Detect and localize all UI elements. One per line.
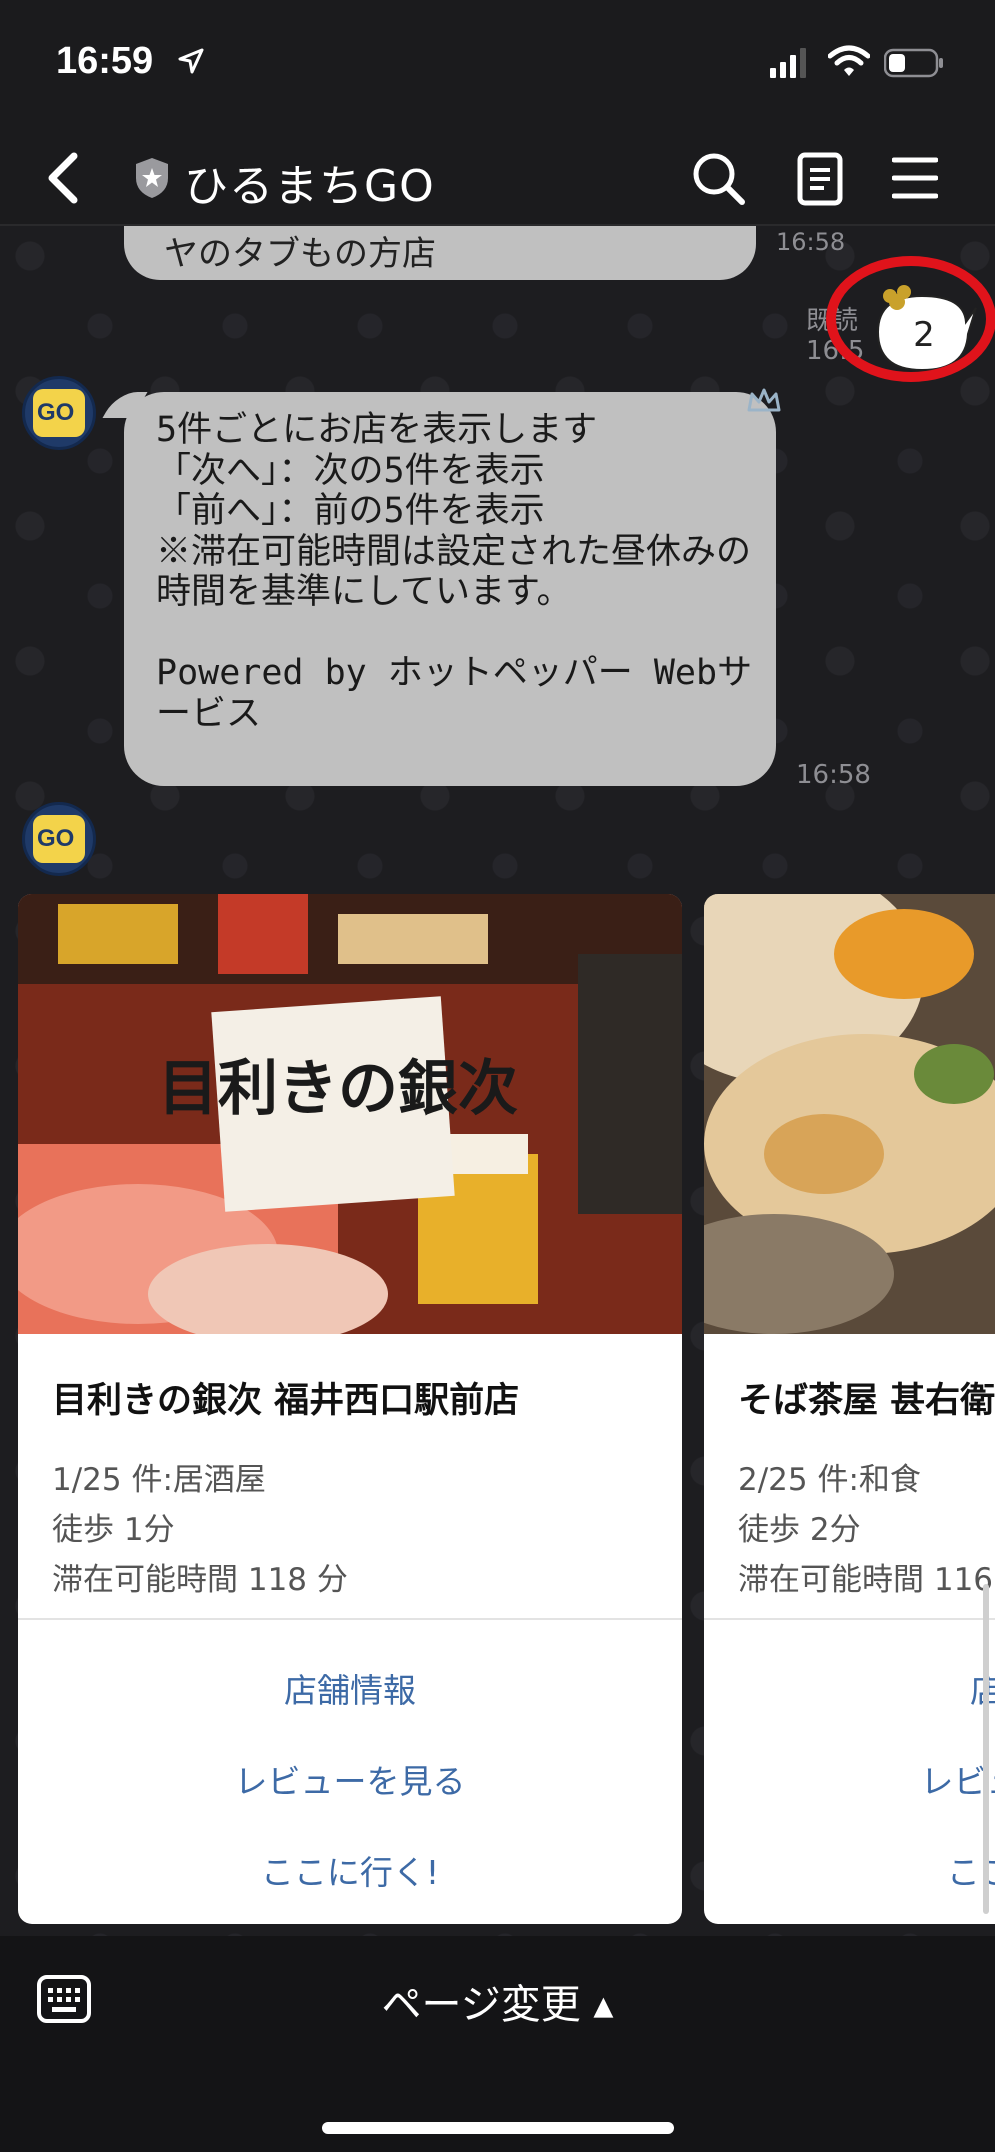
bot-message-bubble: 5件ごとにお店を表示します 「次へ」：次の5件を表示 「前へ」：前の5件を表示 …	[124, 392, 776, 786]
search-icon[interactable]	[690, 150, 746, 206]
status-bar: 16:59	[0, 0, 995, 130]
previous-message-time: 16:58	[776, 228, 846, 256]
crown-icon	[747, 388, 781, 412]
photo-sign-text: 目利きの銀次	[158, 1054, 518, 1124]
scrollbar[interactable]	[983, 1584, 989, 1914]
chat-title: ひるまちGO	[184, 161, 435, 212]
restaurant-name: 目利きの銀次 福井西口駅前店	[52, 1381, 520, 1421]
shop-info-button[interactable]: 店舗情報	[704, 1664, 995, 1712]
location-arrow-icon	[178, 48, 204, 74]
bot-avatar[interactable]: GO	[22, 376, 96, 450]
restaurant-card[interactable]: 目利きの銀次 目利きの銀次 福井西口駅前店 1/25 件:居酒屋 徒歩 1分 滞…	[18, 894, 682, 1924]
restaurant-photo[interactable]: 目利きの銀次	[18, 894, 682, 1334]
bot-message-text: 5件ごとにお店を表示します 「次へ」：次の5件を表示 「前へ」：前の5件を表示 …	[156, 410, 753, 734]
restaurant-stay-time: 滞在可能時間 118 分	[52, 1562, 348, 1598]
verified-shield-icon	[136, 158, 168, 198]
restaurant-count-genre: 1/25 件:居酒屋	[52, 1462, 266, 1498]
card-divider	[704, 1618, 995, 1620]
restaurant-count-genre: 2/25 件:和食	[738, 1462, 921, 1498]
rich-menu-bar: ページ変更 ▴	[0, 1936, 995, 2152]
page-change-button[interactable]: ページ変更 ▴	[0, 1972, 995, 2030]
shop-info-button[interactable]: 店舗情報	[18, 1664, 682, 1712]
card-divider	[18, 1618, 682, 1620]
bot-avatar[interactable]: GO	[22, 802, 96, 876]
highlight-circle-annotation	[826, 256, 995, 382]
note-icon[interactable]	[796, 152, 844, 206]
battery-icon	[884, 48, 943, 78]
bot-avatar-text: GO	[37, 399, 75, 426]
see-reviews-button[interactable]: レビューを見る	[704, 1755, 995, 1803]
wifi-icon	[828, 45, 870, 76]
bot-message-time: 16:58	[796, 760, 871, 790]
go-here-button[interactable]: ここに行く!	[18, 1846, 682, 1894]
chat-header: ひるまちGO	[0, 130, 995, 226]
restaurant-walk-time: 徒歩 2分	[738, 1512, 861, 1548]
home-indicator[interactable]	[322, 2122, 674, 2134]
restaurant-name: そば茶屋 甚右衛門	[738, 1381, 995, 1421]
restaurant-walk-time: 徒歩 1分	[52, 1512, 175, 1548]
see-reviews-button[interactable]: レビューを見る	[18, 1755, 682, 1803]
restaurant-photo[interactable]	[704, 894, 995, 1334]
previous-message-bubble: ヤのタブもの方店	[124, 226, 756, 280]
restaurant-card[interactable]: そば茶屋 甚右衛門 2/25 件:和食 徒歩 2分 滞在可能時間 116 分 店…	[704, 894, 995, 1924]
previous-message-text: ヤのタブもの方店	[164, 234, 436, 274]
hamburger-menu-icon[interactable]	[892, 154, 938, 202]
bot-avatar-text: GO	[37, 825, 75, 852]
restaurant-stay-time: 滞在可能時間 116 分	[738, 1562, 995, 1598]
cellular-signal-icon	[770, 48, 806, 78]
status-time: 16:59	[56, 40, 154, 82]
back-chevron-icon[interactable]	[44, 150, 84, 206]
go-here-button[interactable]: ここに行く!	[704, 1846, 995, 1894]
chat-area[interactable]: ヤのタブもの方店 16:58 既読 16:5 2 GO 5件ごとにお店を表示しま…	[0, 226, 995, 1936]
